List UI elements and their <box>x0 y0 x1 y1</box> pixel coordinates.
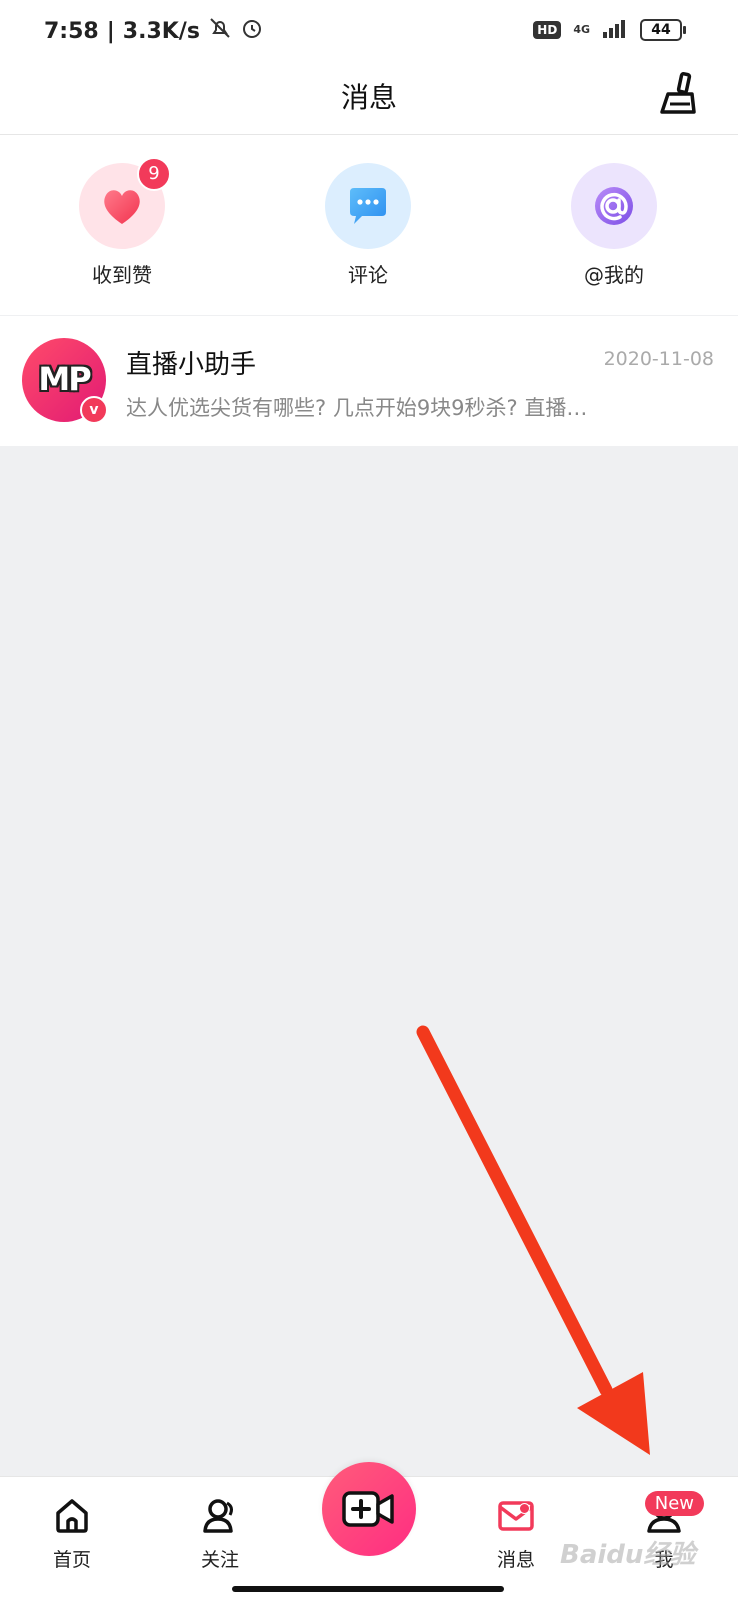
avatar: MP v <box>22 338 108 424</box>
avatar-logo-text: MP <box>38 360 91 398</box>
network-type: 4G <box>573 23 590 36</box>
status-divider: | <box>106 18 115 44</box>
message-preview: 达人优选尖货有哪些? 几点开始9块9秒杀? 直播… <box>126 396 588 420</box>
verified-badge: v <box>80 396 108 424</box>
unread-dot <box>519 1503 530 1514</box>
hd-badge: HD <box>533 21 562 39</box>
page-title: 消息 <box>340 81 397 114</box>
heart-icon <box>104 190 140 224</box>
message-sender-name: 直播小助手 <box>126 350 257 380</box>
comment-icon <box>350 188 386 224</box>
signal-icon <box>602 18 628 42</box>
comments-entry[interactable]: 评论 <box>308 163 428 288</box>
alarm-icon <box>240 16 264 46</box>
comments-label: 评论 <box>348 263 388 287</box>
battery-indicator: 44 <box>640 19 686 41</box>
tab-follow-label: 关注 <box>200 1549 239 1571</box>
tab-home[interactable]: 首页 <box>22 1495 122 1572</box>
publish-video-button[interactable] <box>322 1462 416 1556</box>
message-date: 2020-11-08 <box>603 348 714 370</box>
tab-messages[interactable]: 消息 <box>466 1495 566 1572</box>
mail-icon <box>498 1501 534 1531</box>
quick-entries: 9 收到赞 评论 @我的 <box>0 135 738 315</box>
watermark: Baidu经验 <box>560 1540 696 1570</box>
broom-icon <box>660 71 696 114</box>
likes-entry[interactable]: 9 收到赞 <box>62 157 182 288</box>
tab-messages-label: 消息 <box>496 1549 535 1571</box>
new-badge: New <box>644 1491 704 1516</box>
likes-icon-circle: 9 <box>79 157 171 249</box>
status-speed: 3.3K/s <box>122 18 200 44</box>
tab-follow[interactable]: 关注 <box>170 1495 270 1572</box>
mute-bell-icon <box>208 16 232 46</box>
video-camera-plus-icon <box>342 1491 394 1527</box>
status-bar: 7:58 | 3.3K/s HD 4G 44 <box>0 0 738 64</box>
clear-messages-button[interactable] <box>654 70 702 118</box>
likes-label: 收到赞 <box>92 263 152 287</box>
follow-icon <box>203 1499 233 1533</box>
status-right: HD 4G 44 <box>533 18 686 42</box>
mentions-icon-circle <box>571 163 657 249</box>
comments-icon-circle <box>325 163 411 249</box>
tab-home-label: 首页 <box>52 1549 91 1571</box>
likes-count-badge: 9 <box>137 157 171 191</box>
mentions-entry[interactable]: @我的 <box>554 163 674 288</box>
list-item[interactable]: MP v 直播小助手 2020-11-08 达人优选尖货有哪些? 几点开始9块9… <box>0 316 738 446</box>
at-icon <box>595 187 633 225</box>
status-left: 7:58 | 3.3K/s <box>44 16 264 46</box>
mentions-label: @我的 <box>584 263 644 287</box>
home-icon <box>56 1499 88 1533</box>
home-indicator <box>232 1586 504 1592</box>
header: 消息 <box>0 64 738 135</box>
status-time: 7:58 <box>44 18 99 44</box>
